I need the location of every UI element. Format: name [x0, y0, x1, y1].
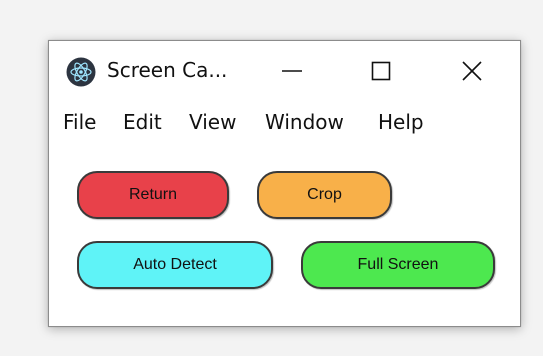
menu-file[interactable]: File [63, 110, 96, 134]
desktop-background: Screen Ca... File Edit View Window Help … [0, 0, 543, 356]
minimize-button[interactable] [269, 51, 315, 91]
menu-view[interactable]: View [189, 110, 236, 134]
menu-bar: File Edit View Window Help [49, 105, 520, 141]
title-bar[interactable]: Screen Ca... [49, 41, 520, 103]
menu-help[interactable]: Help [378, 110, 424, 134]
maximize-icon [371, 61, 391, 81]
full-screen-button[interactable]: Full Screen [301, 241, 495, 289]
window-title: Screen Ca... [107, 58, 228, 82]
menu-window[interactable]: Window [265, 110, 344, 134]
return-button[interactable]: Return [77, 171, 229, 219]
close-icon [462, 61, 482, 81]
auto-detect-button[interactable]: Auto Detect [77, 241, 273, 289]
maximize-button[interactable] [358, 51, 404, 91]
app-window: Screen Ca... File Edit View Window Help … [48, 40, 521, 327]
close-button[interactable] [449, 51, 495, 91]
menu-edit[interactable]: Edit [123, 110, 162, 134]
crop-button[interactable]: Crop [257, 171, 392, 219]
electron-atom-icon [66, 57, 96, 87]
minimize-icon [282, 70, 302, 72]
